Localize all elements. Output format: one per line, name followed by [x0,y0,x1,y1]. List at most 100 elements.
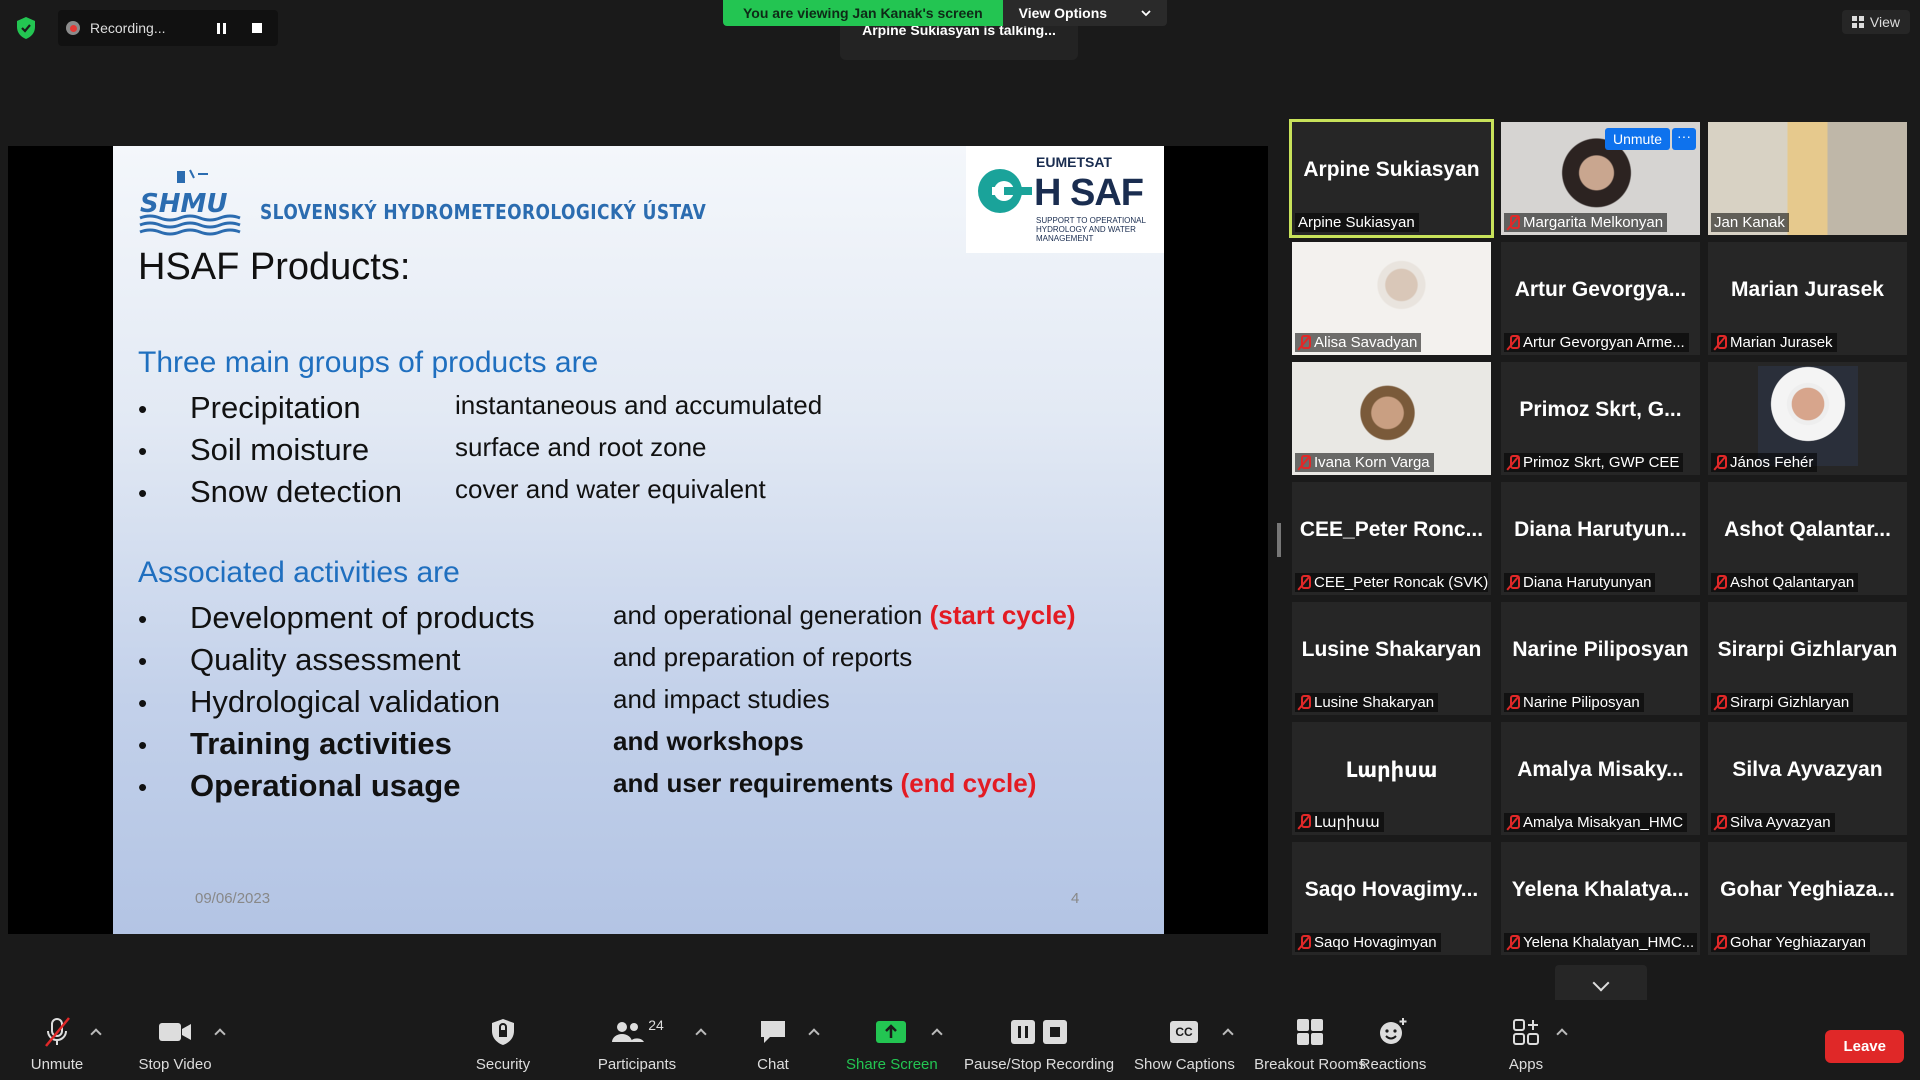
product-bullet: • Precipitation instantaneous and accumula… [138,390,823,425]
hsaf-subtitle: SUPPORT TO OPERATIONAL HYDROLOGY AND WAT… [1036,216,1146,243]
participant-tile[interactable]: Alisa Savadyan [1292,242,1491,355]
participant-name-large: Saqo Hovagimy... [1304,878,1479,901]
pause-recording-button[interactable] [208,15,234,41]
participant-name: Yelena Khalatyan_HMC... [1523,934,1695,951]
view-options-button[interactable]: View Options [1002,0,1168,26]
apps-options-caret[interactable] [1556,1028,1568,1040]
stop-recording-button[interactable] [244,15,270,41]
pause-icon [216,22,226,34]
participant-tile[interactable]: Artur Gevorgya... Artur Gevorgyan Arme... [1501,242,1700,355]
section-heading-activities: Associated activities are [138,556,460,589]
chat-label: Chat [757,1056,789,1073]
view-button[interactable]: View [1841,10,1910,34]
chevron-down-icon [1141,9,1151,16]
participant-tile[interactable]: Amalya Misaky... Amalya Misakyan_HMC [1501,722,1700,835]
participant-name: CEE_Peter Roncak (SVK) [1314,574,1488,591]
participant-tile[interactable]: Primoz Skrt, G... Primoz Skrt, GWP CEE [1501,362,1700,475]
muted-mic-icon [1507,334,1520,351]
participants-button[interactable]: 24 Participants [592,1014,682,1073]
participant-name-large: Gohar Yeghiaza... [1720,878,1895,901]
reactions-label: Reactions [1359,1056,1427,1073]
participant-name-large: Diana Harutyun... [1514,518,1687,541]
participant-name: Alisa Savadyan [1314,334,1418,351]
activity-name: Training activities [190,726,452,761]
encryption-shield-icon[interactable] [12,14,40,42]
participant-name: Primoz Skrt, GWP CEE [1523,454,1680,471]
participant-tile[interactable]: Narine Piliposyan Narine Piliposyan [1501,602,1700,715]
show-captions-button[interactable]: CC Show Captions [1134,1014,1235,1073]
tile-more-options-button[interactable]: ··· [1672,128,1696,150]
apps-icon [1513,1019,1539,1045]
participant-tile[interactable]: Silva Ayvazyan Silva Ayvazyan [1708,722,1907,835]
chat-bubble-icon [761,1021,785,1043]
activity-bullet: • Training activities and workshops [138,726,804,761]
participant-tile[interactable]: Unmute ··· Margarita Melkonyan [1501,122,1700,235]
participant-label: Narine Piliposyan [1504,693,1644,712]
muted-mic-icon [1714,694,1727,711]
participants-options-caret[interactable] [695,1028,707,1040]
presentation-slide: SHMU SLOVENSKÝ HYDROMETEOROLOGICKÝ ÚSTAV… [113,146,1164,934]
product-name: Snow detection [190,474,402,509]
participant-tile[interactable]: Diana Harutyun... Diana Harutyunyan [1501,482,1700,595]
participant-tile[interactable]: Arpine Sukiasyan Arpine Sukiasyan [1289,119,1494,238]
activity-name: Quality assessment [190,642,461,677]
participant-name-large: Marian Jurasek [1731,278,1884,301]
tile-unmute-button[interactable]: Unmute [1604,128,1670,150]
participant-tile[interactable]: Yelena Khalatya... Yelena Khalatyan_HMC..… [1501,842,1700,955]
audio-options-caret[interactable] [90,1028,102,1040]
participant-tile[interactable]: Լարիսա Լարիսա [1292,722,1491,835]
participant-name: Arpine Sukiasyan [1298,214,1415,231]
reactions-button[interactable]: Reactions [1358,1014,1428,1073]
participant-name: Gohar Yeghiazaryan [1730,934,1866,951]
participant-tile[interactable]: Sirarpi Gizhlaryan Sirarpi Gizhlaryan [1708,602,1907,715]
participant-name-large: Artur Gevorgya... [1514,278,1687,301]
participant-name: Amalya Misakyan_HMC [1523,814,1684,831]
participant-tile[interactable]: Jan Kanak [1708,122,1907,235]
participant-label: CEE_Peter Roncak (SVK) [1295,573,1488,592]
activity-name: Hydrological validation [190,684,501,719]
breakout-rooms-button[interactable]: Breakout Rooms [1254,1014,1366,1073]
grid-view-icon [1851,16,1864,28]
participant-tile[interactable]: CEE_Peter Ronc... CEE_Peter Roncak (SVK) [1292,482,1491,595]
closed-captions-icon: CC [1170,1021,1198,1043]
participant-name: Diana Harutyunyan [1523,574,1652,591]
participant-tile[interactable]: János Fehér [1708,362,1907,475]
participant-tile[interactable]: Marian Jurasek Marian Jurasek [1708,242,1907,355]
muted-mic-icon [1714,814,1727,831]
slide-page-number: 4 [1071,890,1080,907]
breakout-rooms-label: Breakout Rooms [1254,1056,1366,1073]
participant-tile[interactable]: Gohar Yeghiaza... Gohar Yeghiazaryan [1708,842,1907,955]
stop-video-label: Stop Video [138,1056,212,1073]
participant-tile[interactable]: Saqo Hovagimy... Saqo Hovagimyan [1292,842,1491,955]
participant-tile[interactable]: Ashot Qalantar... Ashot Qalantaryan [1708,482,1907,595]
unmute-button[interactable]: Unmute [24,1014,90,1073]
org-name: SLOVENSKÝ HYDROMETEOROLOGICKÝ ÚSTAV [260,200,707,224]
participant-tile[interactable]: Lusine Shakaryan Lusine Shakaryan [1292,602,1491,715]
apps-button[interactable]: Apps [1508,1014,1544,1073]
share-screen-icon [876,1021,906,1043]
muted-mic-icon [1507,214,1520,231]
security-button[interactable]: Security [472,1014,534,1073]
participants-label: Participants [597,1056,677,1073]
participant-tile[interactable]: Ivana Korn Varga [1292,362,1491,475]
chat-options-caret[interactable] [808,1028,820,1040]
share-screen-button[interactable]: Share Screen [846,1014,938,1073]
screen-share-banner: You are viewing Jan Kanak's screen View … [723,0,1168,26]
pause-stop-recording-button[interactable]: Pause/Stop Recording [964,1014,1114,1073]
participant-name-large: Amalya Misaky... [1517,758,1684,781]
muted-mic-icon [1298,574,1311,591]
eumetsat-label: EUMETSAT [1036,154,1112,170]
shared-screen[interactable]: SHMU SLOVENSKÝ HYDROMETEOROLOGICKÝ ÚSTAV… [8,146,1268,934]
cycle-tag: (start cycle) [929,600,1076,630]
hsaf-logo-box: EUMETSAT H SAF SUPPORT TO OPERATIONAL HY… [966,146,1164,253]
apps-label: Apps [1508,1056,1544,1073]
share-screen-label: Share Screen [846,1056,938,1073]
participant-label: Arpine Sukiasyan [1295,213,1419,232]
chat-button[interactable]: Chat [755,1014,791,1073]
stop-video-button[interactable]: Stop Video [133,1014,217,1073]
leave-button[interactable]: Leave [1825,1030,1904,1063]
muted-mic-icon [1714,574,1727,591]
pause-stop-recording-label: Pause/Stop Recording [964,1056,1115,1073]
participants-icon [612,1022,645,1042]
split-resize-handle[interactable] [1277,523,1281,557]
